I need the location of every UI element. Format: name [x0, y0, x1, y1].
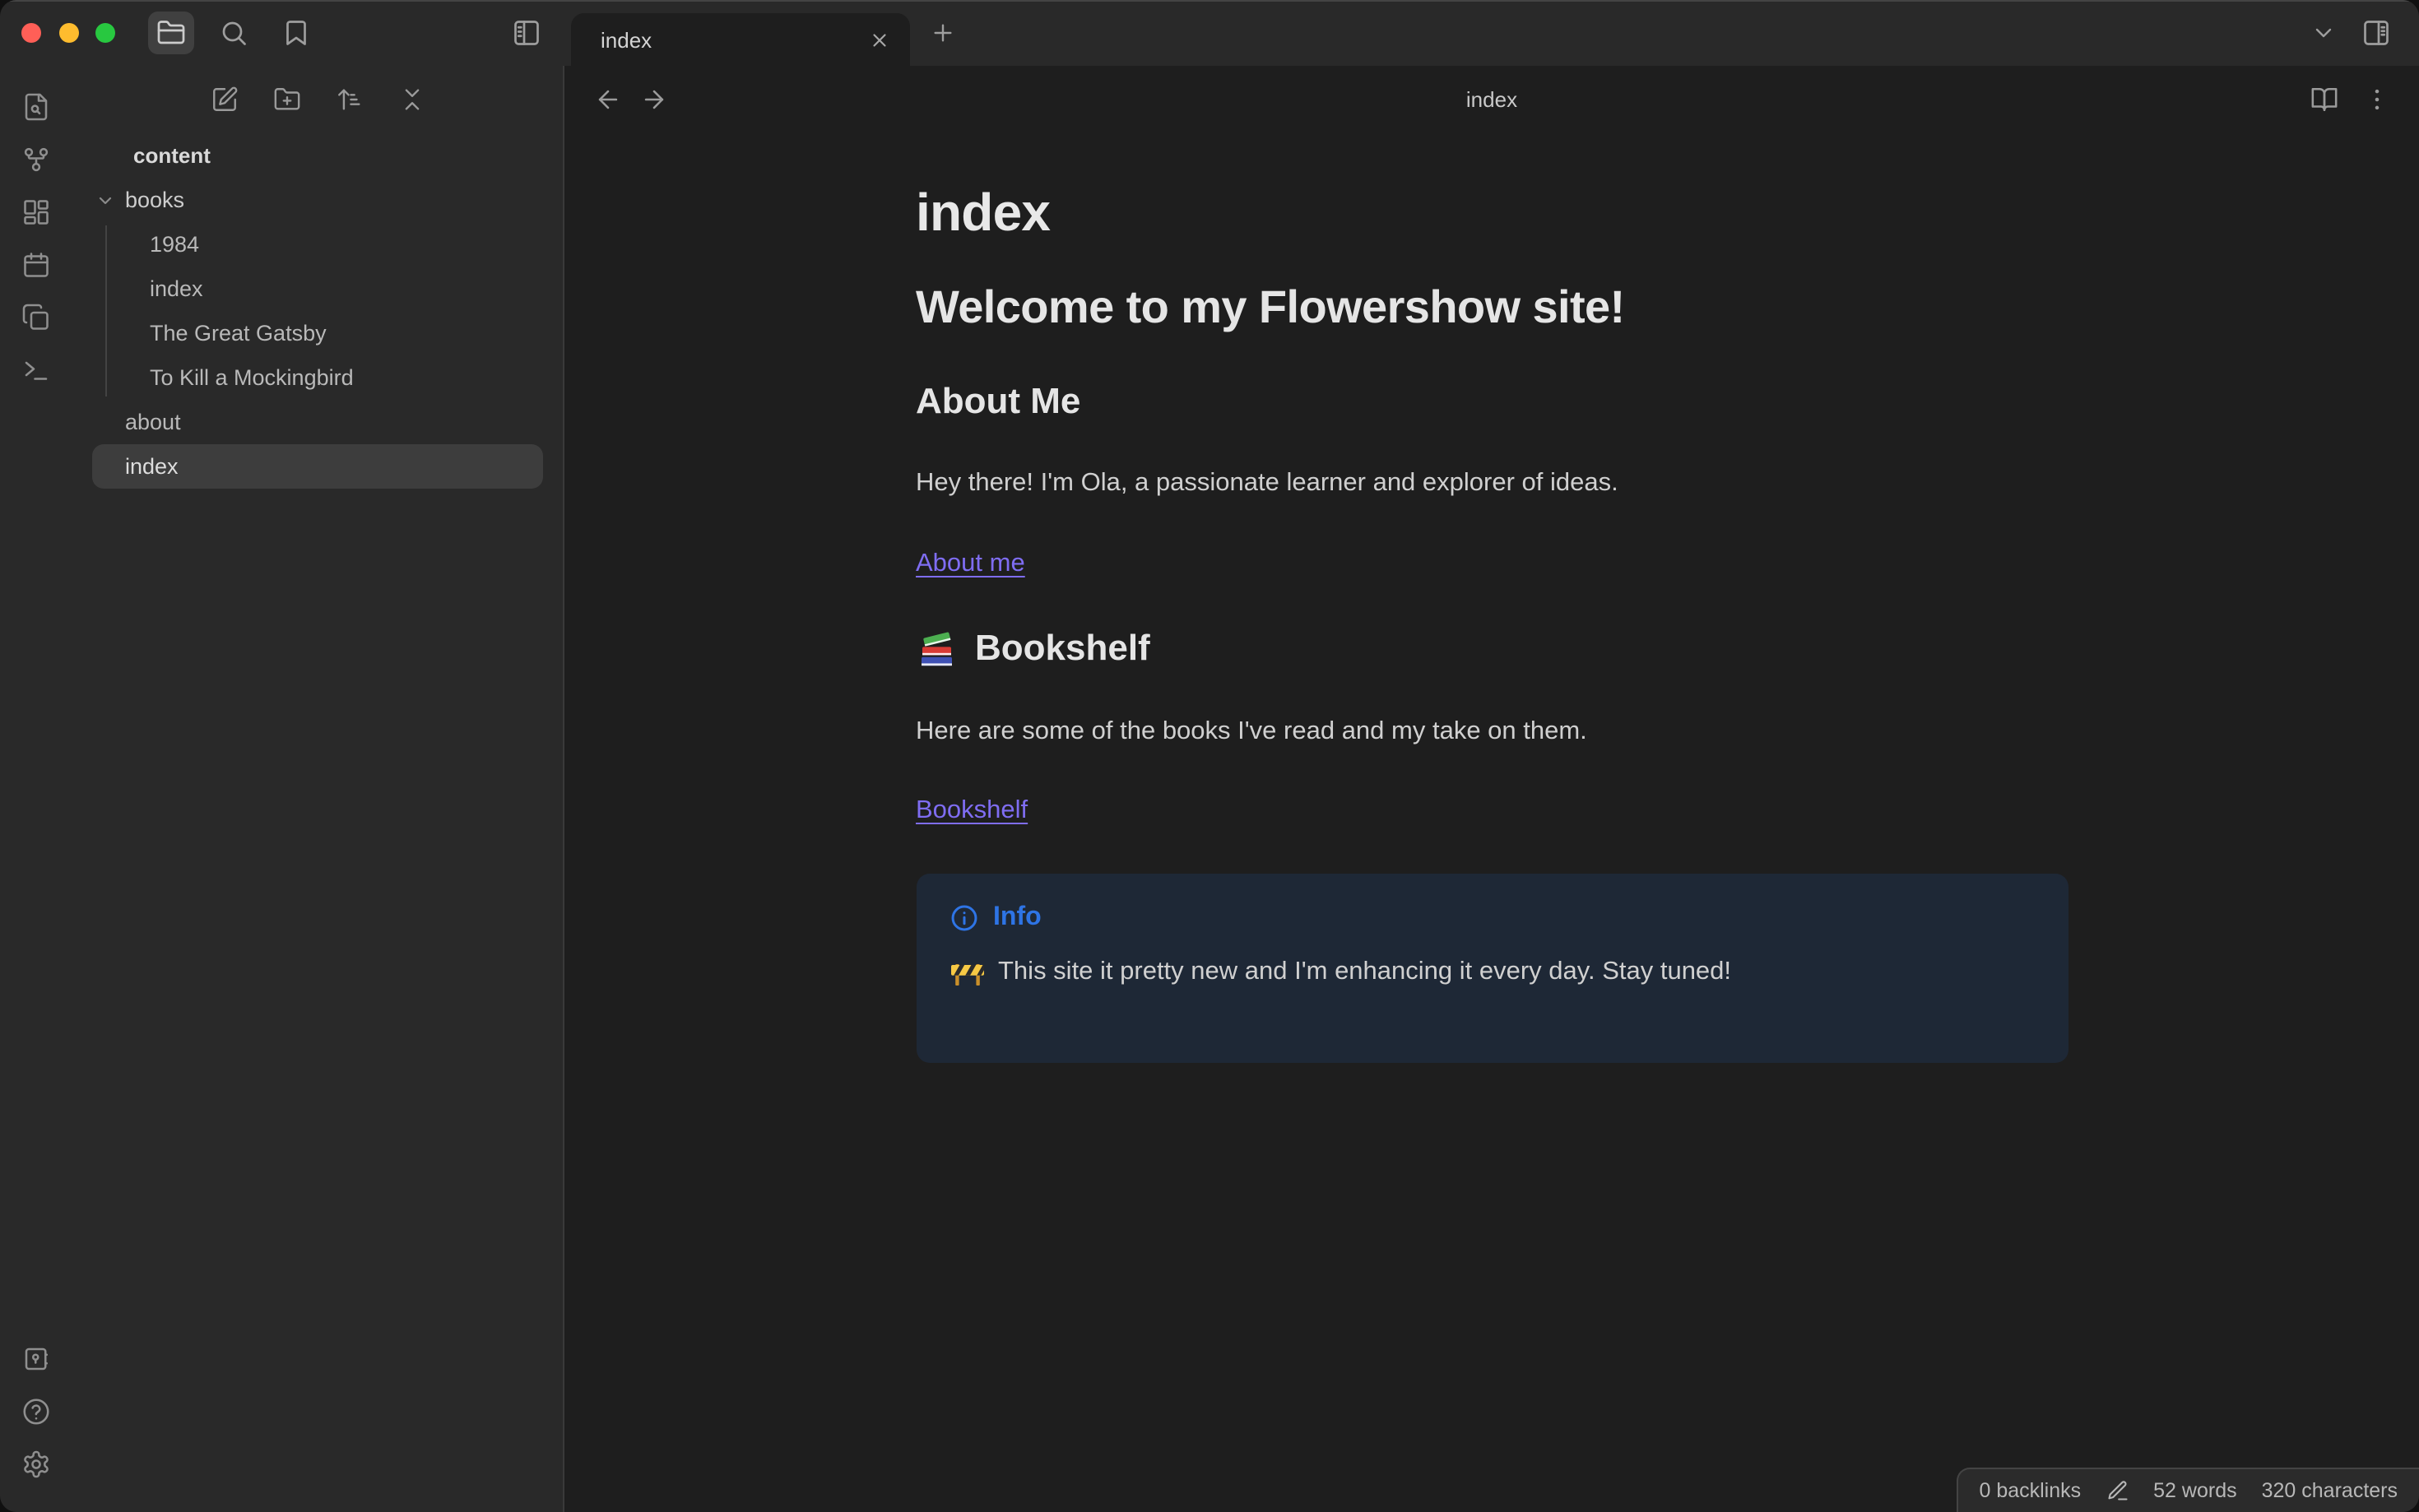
inline-title: index: [916, 183, 1051, 242]
file-explorer: content books 1984 index The Great Gatsb…: [72, 66, 564, 1512]
gear-icon: [21, 1449, 51, 1479]
obsidian-window: index content books 1984 index The Great…: [0, 0, 2419, 1512]
explorer-toolbar: [72, 66, 563, 132]
new-tab-button[interactable]: [920, 12, 966, 54]
calendar-icon: [21, 250, 51, 280]
books-children: 1984 index The Great Gatsby To Kill a Mo…: [72, 222, 563, 400]
tree-file-1984[interactable]: 1984: [72, 222, 563, 267]
search-icon: [219, 18, 248, 48]
daily-note-button[interactable]: [15, 243, 58, 286]
vault-title[interactable]: content: [72, 133, 563, 178]
tree-file-mockingbird[interactable]: To Kill a Mockingbird: [72, 355, 563, 400]
view-header: index: [564, 66, 2419, 132]
callout-title-text: Info: [993, 902, 1042, 931]
tree-file-index-selected[interactable]: index: [92, 444, 543, 489]
status-bar: 0 backlinks 52 words 320 characters: [1956, 1468, 2419, 1512]
file-search-icon: [21, 92, 51, 122]
info-callout: Info This site it pretty new and I'm enh…: [916, 873, 2068, 1064]
sort-order-button[interactable]: [329, 79, 369, 118]
bookshelf-text: Here are some of the books I've read and…: [916, 717, 1587, 745]
tree-file-about[interactable]: about: [72, 400, 563, 444]
sort-icon: [335, 85, 363, 113]
graph-fork-icon: [21, 145, 51, 174]
templates-button[interactable]: [15, 296, 58, 339]
help-button[interactable]: [15, 1390, 58, 1433]
welcome-heading: Welcome to my Flowershow site!: [916, 281, 1625, 333]
reading-mode-button[interactable]: [2304, 79, 2343, 118]
about-me-heading: About Me: [916, 379, 1081, 421]
collapse-all-icon: [397, 85, 425, 113]
vault-icon: [21, 1344, 51, 1374]
bookmarks-tab-button[interactable]: [273, 12, 319, 54]
new-folder-button[interactable]: [267, 79, 306, 118]
dashboard-button[interactable]: [15, 191, 58, 234]
right-sidebar-toggle-button[interactable]: [2353, 12, 2399, 54]
collapse-all-button[interactable]: [392, 79, 431, 118]
book-open-icon: [2310, 85, 2338, 113]
more-options-button[interactable]: [2356, 79, 2396, 118]
tab-list-button[interactable]: [2301, 12, 2347, 54]
search-tab-button[interactable]: [211, 12, 257, 54]
plus-icon: [930, 20, 956, 46]
minimize-window-button[interactable]: [58, 23, 78, 43]
navigate-forward-button[interactable]: [634, 79, 673, 118]
traffic-lights: [21, 23, 115, 43]
terminal-button[interactable]: [15, 349, 58, 392]
new-note-button[interactable]: [204, 79, 244, 118]
new-folder-icon: [272, 85, 300, 113]
titlebar-right-icons: [2301, 12, 2399, 54]
left-sidebar-toggle-button[interactable]: [504, 12, 550, 54]
navigate-back-button[interactable]: [587, 79, 627, 118]
close-icon: [868, 29, 889, 50]
titlebar-left-icons: [148, 12, 319, 54]
character-count: 320 characters: [2261, 1479, 2398, 1502]
panel-right-icon: [2361, 18, 2391, 48]
bookshelf-heading: Bookshelf: [916, 626, 2068, 671]
graph-view-button[interactable]: [15, 138, 58, 181]
construction-emoji: [949, 958, 985, 987]
chevron-down-icon: [2310, 20, 2337, 46]
tab-close-button[interactable]: [861, 21, 897, 58]
fullscreen-window-button[interactable]: [95, 23, 115, 43]
arrow-right-icon: [639, 85, 667, 113]
folder-icon: [156, 18, 186, 48]
close-window-button[interactable]: [21, 23, 41, 43]
tree-file-books-index[interactable]: index: [72, 267, 563, 311]
books-emoji: [916, 628, 959, 668]
quick-switcher-button[interactable]: [15, 86, 58, 128]
new-note-icon: [210, 85, 238, 113]
copy-icon: [21, 303, 51, 332]
tab-index[interactable]: index: [571, 13, 910, 66]
about-me-link[interactable]: About me: [916, 550, 1025, 577]
panel-left-icon: [512, 18, 541, 48]
settings-button[interactable]: [15, 1443, 58, 1486]
vault-switcher-button[interactable]: [15, 1338, 58, 1380]
ribbon: [0, 66, 72, 1512]
bookshelf-link[interactable]: Bookshelf: [916, 797, 1028, 825]
layout-dashboard-icon: [21, 197, 51, 227]
tree-file-great-gatsby[interactable]: The Great Gatsby: [72, 311, 563, 355]
tab-title: index: [601, 27, 652, 52]
backlinks-count[interactable]: 0 backlinks: [1979, 1479, 2081, 1502]
bookmark-icon: [281, 18, 311, 48]
titlebar: index: [0, 0, 2419, 66]
editor-pane: index index Welcome to my Flowershow sit…: [564, 66, 2419, 1512]
files-tab-button[interactable]: [148, 12, 194, 54]
terminal-icon: [21, 355, 51, 385]
more-vertical-icon: [2362, 85, 2390, 113]
word-count: 52 words: [2153, 1479, 2237, 1502]
help-icon: [21, 1397, 51, 1426]
edit-mode-icon[interactable]: [2106, 1479, 2129, 1502]
about-me-text: Hey there! I'm Ola, a passionate learner…: [916, 469, 1618, 498]
note-content[interactable]: index Welcome to my Flowershow site! Abo…: [916, 132, 2068, 1064]
tree-folder-books[interactable]: books: [72, 178, 563, 222]
callout-text: This site it pretty new and I'm enhancin…: [998, 957, 1732, 986]
chevron-down-icon[interactable]: [92, 187, 118, 213]
info-icon: [949, 903, 978, 933]
view-header-title: index: [1465, 86, 1518, 111]
folder-label: books: [125, 188, 185, 212]
arrow-left-icon: [593, 85, 621, 113]
